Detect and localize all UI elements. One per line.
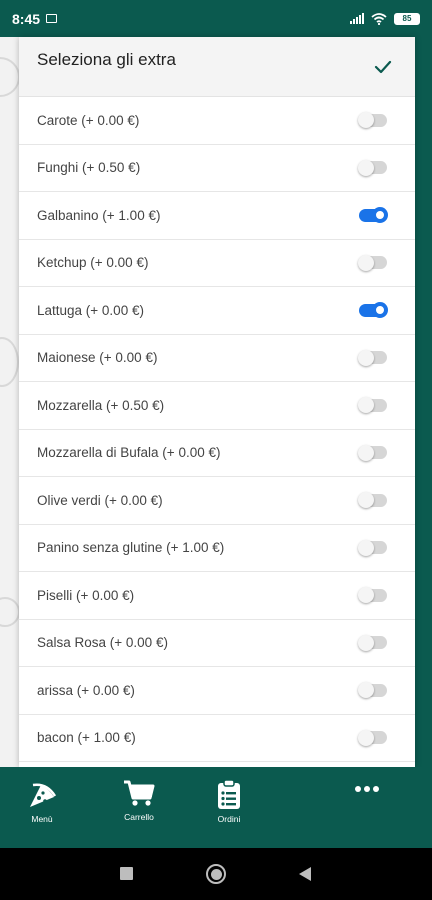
pizza-wifi-icon [30, 783, 57, 807]
toggle-knob [358, 492, 374, 509]
extra-row[interactable]: Funghi (+ 0.50 €) [19, 145, 415, 192]
status-bar: 8:45 85 [0, 0, 432, 37]
confirm-button[interactable] [369, 53, 397, 81]
extra-label: Mozzarella di Bufala (+ 0.00 €) [37, 445, 221, 461]
extra-label: Galbanino (+ 1.00 €) [37, 207, 161, 223]
extra-row[interactable]: Lattuga (+ 0.00 €) [19, 287, 415, 335]
nav-cart[interactable]: Carrello [114, 779, 164, 822]
extra-label: arissa (+ 0.00 €) [37, 682, 135, 698]
toggle-knob [358, 539, 374, 556]
extra-label: Carote (+ 0.00 €) [37, 112, 140, 128]
extra-label: Ketchup (+ 0.00 €) [37, 255, 149, 271]
extra-toggle-switch[interactable] [358, 539, 387, 556]
check-icon [374, 60, 392, 73]
background-doodle [0, 57, 20, 97]
toggle-knob [358, 634, 374, 651]
extra-row[interactable]: Mozzarella di Bufala (+ 0.00 €) [19, 430, 415, 477]
extra-row[interactable]: Galbanino (+ 1.00 €) [19, 192, 415, 240]
nav-menu-label: Menù [31, 814, 53, 824]
home-button[interactable] [206, 864, 226, 884]
extra-toggle-switch[interactable] [358, 634, 387, 651]
extra-label: Maionese (+ 0.00 €) [37, 350, 158, 366]
nav-orders-label: Ordini [217, 814, 241, 824]
extra-toggle-switch[interactable] [359, 302, 388, 319]
toggle-knob [372, 302, 388, 319]
nav-cart-label: Carrello [124, 812, 154, 822]
bottom-navigation: Menù Carrello Ordini [0, 767, 432, 848]
nav-menu[interactable]: Menù [22, 781, 62, 824]
extra-toggle-switch[interactable] [358, 492, 387, 509]
toggle-knob [358, 587, 374, 604]
toggle-knob [372, 207, 388, 224]
toggle-knob [358, 729, 374, 746]
system-navigation-bar [0, 848, 432, 900]
extra-toggle-switch[interactable] [358, 444, 387, 461]
extra-label: Salsa Rosa (+ 0.00 €) [37, 635, 168, 651]
extra-toggle-switch[interactable] [358, 112, 387, 129]
toggle-knob [358, 397, 374, 414]
back-button[interactable] [298, 866, 312, 882]
nav-orders[interactable]: Ordini [205, 779, 253, 824]
extra-row[interactable]: Salsa Rosa (+ 0.00 €) [19, 620, 415, 667]
extra-toggle-switch[interactable] [358, 682, 387, 699]
toggle-knob [358, 444, 374, 461]
extra-label: Mozzarella (+ 0.50 €) [37, 397, 165, 413]
message-notification-icon [46, 14, 58, 23]
battery-icon: 85 [394, 12, 420, 25]
extra-row[interactable]: Piselli (+ 0.00 €) [19, 572, 415, 620]
wifi-icon [371, 12, 387, 25]
background-doodle [0, 597, 20, 627]
extra-row[interactable]: arissa (+ 0.00 €) [19, 667, 415, 715]
home-dot-icon [210, 868, 222, 880]
extra-label: bacon (+ 1.00 €) [37, 730, 136, 746]
signal-icon [350, 13, 364, 24]
status-time: 8:45 [12, 10, 41, 27]
extra-label: Olive verdi (+ 0.00 €) [37, 492, 163, 508]
battery-level: 85 [402, 14, 412, 23]
extra-toggle-switch[interactable] [358, 729, 387, 746]
more-dots-icon [355, 786, 379, 792]
extra-label: Funghi (+ 0.50 €) [37, 160, 141, 176]
extra-toggle-switch[interactable] [358, 397, 387, 414]
cart-icon [124, 780, 155, 806]
extra-toggle-switch[interactable] [358, 254, 387, 271]
extra-toggle-switch[interactable] [359, 207, 388, 224]
toggle-knob [358, 254, 374, 271]
extra-label: Panino senza glutine (+ 1.00 €) [37, 540, 225, 556]
extra-toggle-switch[interactable] [358, 349, 387, 366]
extra-row[interactable]: Ketchup (+ 0.00 €) [19, 240, 415, 287]
extra-row[interactable]: Panino senza glutine (+ 1.00 €) [19, 525, 415, 572]
dialog-title: Seleziona gli extra [37, 49, 176, 69]
background-doodle [0, 337, 19, 387]
extra-label: Piselli (+ 0.00 €) [37, 587, 135, 603]
clipboard-icon [218, 779, 240, 809]
extra-row[interactable]: Maionese (+ 0.00 €) [19, 335, 415, 382]
extra-label: Lattuga (+ 0.00 €) [37, 302, 144, 318]
recents-button[interactable] [120, 867, 133, 880]
extra-row[interactable]: Olive verdi (+ 0.00 €) [19, 477, 415, 525]
extra-toggle-switch[interactable] [358, 159, 387, 176]
extras-dialog: Seleziona gli extra Carote (+ 0.00 €) Fun… [19, 37, 415, 767]
extra-toggle-switch[interactable] [358, 587, 387, 604]
toggle-knob [358, 159, 374, 176]
extra-row[interactable]: Mozzarella (+ 0.50 €) [19, 382, 415, 430]
dialog-header: Seleziona gli extra [19, 37, 415, 97]
extras-list: Carote (+ 0.00 €) Funghi (+ 0.50 €) Galban… [19, 97, 415, 762]
toggle-knob [358, 682, 374, 699]
extra-row[interactable]: bacon (+ 1.00 €) [19, 715, 415, 762]
extra-row[interactable]: Carote (+ 0.00 €) [19, 97, 415, 145]
toggle-knob [358, 112, 374, 129]
more-options-button[interactable] [345, 785, 389, 793]
background-green-strip [414, 37, 432, 767]
toggle-knob [358, 349, 374, 366]
